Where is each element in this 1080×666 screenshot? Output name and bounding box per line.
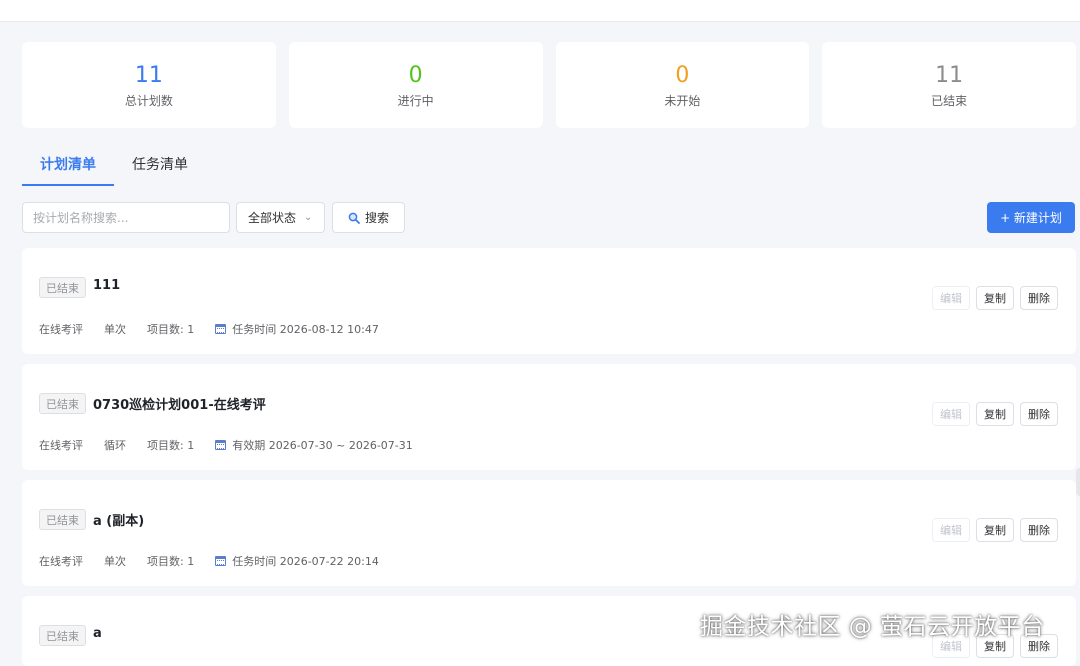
- stat-label-not-started: 未开始: [664, 93, 701, 108]
- status-badge: 已结束: [39, 509, 86, 530]
- copy-button[interactable]: 复制: [976, 402, 1014, 426]
- calendar-icon: [215, 324, 227, 334]
- delete-button[interactable]: 删除: [1020, 286, 1058, 310]
- calendar-icon: [215, 440, 227, 450]
- chevron-down-icon: ⌄: [304, 212, 313, 223]
- scroll-handle[interactable]: [1076, 468, 1080, 496]
- stats-row: 11 总计划数 0 进行中 0 未开始 11 已结束: [22, 42, 1076, 128]
- stat-card-in-progress: 0 进行中: [288, 42, 543, 128]
- stat-label-ended: 已结束: [931, 93, 968, 108]
- new-plan-button[interactable]: + 新建计划: [987, 202, 1075, 233]
- plan-time: 任务时间 2026-07-22 20:14: [232, 555, 379, 568]
- plan-title: 111: [93, 278, 121, 293]
- plan-title: a (副本): [93, 514, 145, 529]
- plan-title: 0730巡检计划001-在线考评: [93, 398, 266, 413]
- plan-type: 在线考评: [39, 555, 83, 568]
- card-actions: 编辑 复制 删除: [932, 286, 1058, 310]
- copy-button[interactable]: 复制: [976, 286, 1014, 310]
- stat-card-not-started: 0 未开始: [555, 42, 810, 128]
- plan-card[interactable]: 已结束 111 在线考评 单次 项目数: 1 任务时间 2026-08-12 1…: [22, 248, 1076, 354]
- plan-meta: 在线考评 单次 项目数: 1 任务时间 2026-08-12 10:47: [39, 321, 379, 337]
- plan-meta: 在线考评 循环 项目数: 1 有效期 2026-07-30 ~ 2026-07-…: [39, 437, 413, 453]
- status-select-value: 全部状态: [248, 211, 297, 225]
- plan-title: a: [93, 626, 102, 641]
- plan-card[interactable]: 已结束 0730巡检计划001-在线考评 在线考评 循环 项目数: 1 有效期 …: [22, 364, 1076, 470]
- card-actions: 编辑 复制 删除: [932, 402, 1058, 426]
- top-bar: [0, 0, 1080, 22]
- plan-item-count: 项目数: 1: [147, 555, 195, 568]
- stat-label-total: 总计划数: [124, 93, 173, 108]
- plan-type: 在线考评: [39, 439, 83, 452]
- stat-value-ended: 11: [935, 62, 964, 88]
- plan-frequency: 单次: [104, 323, 126, 336]
- stat-card-total: 11 总计划数: [22, 42, 276, 128]
- plan-type: 在线考评: [39, 323, 83, 336]
- watermark-text: 掘金技术社区 @ 萤石云开放平台: [700, 614, 1045, 640]
- stat-value-total: 11: [134, 62, 163, 88]
- plan-item-count: 项目数: 1: [147, 323, 195, 336]
- tab-task-list[interactable]: 任务清单: [114, 150, 206, 186]
- delete-button[interactable]: 删除: [1020, 518, 1058, 542]
- status-select[interactable]: 全部状态 ⌄: [236, 202, 325, 233]
- plan-frequency: 单次: [104, 555, 126, 568]
- search-icon: [348, 212, 360, 224]
- status-badge: 已结束: [39, 625, 86, 646]
- stat-value-in-progress: 0: [408, 62, 423, 88]
- tab-bar: 计划清单 任务清单: [22, 150, 206, 186]
- edit-button[interactable]: 编辑: [932, 286, 970, 310]
- tab-plan-list[interactable]: 计划清单: [22, 150, 114, 186]
- status-badge: 已结束: [39, 393, 86, 414]
- search-button[interactable]: 搜索: [332, 202, 405, 233]
- copy-button[interactable]: 复制: [976, 518, 1014, 542]
- card-actions: 编辑 复制 删除: [932, 518, 1058, 542]
- plan-frequency: 循环: [104, 439, 126, 452]
- plan-meta: 在线考评 单次 项目数: 1 任务时间 2026-07-22 20:14: [39, 553, 379, 569]
- plan-card[interactable]: 已结束 a (副本) 在线考评 单次 项目数: 1 任务时间 2026-07-2…: [22, 480, 1076, 586]
- stat-label-in-progress: 进行中: [397, 93, 434, 108]
- plan-time: 有效期 2026-07-30 ~ 2026-07-31: [232, 439, 413, 452]
- calendar-icon: [215, 556, 227, 566]
- search-button-label: 搜索: [364, 211, 389, 225]
- plan-item-count: 项目数: 1: [147, 439, 195, 452]
- stat-value-not-started: 0: [675, 62, 690, 88]
- plan-time: 任务时间 2026-08-12 10:47: [232, 323, 379, 336]
- plan-page: 11 总计划数 0 进行中 0 未开始 11 已结束 计划清单 任务清单 全部状…: [0, 22, 1080, 666]
- search-input[interactable]: [22, 202, 230, 233]
- delete-button[interactable]: 删除: [1020, 402, 1058, 426]
- status-badge: 已结束: [39, 277, 86, 298]
- stat-card-ended: 11 已结束: [822, 42, 1076, 128]
- edit-button[interactable]: 编辑: [932, 402, 970, 426]
- toolbar: 全部状态 ⌄ 搜索 + 新建计划: [22, 202, 1076, 234]
- edit-button[interactable]: 编辑: [932, 518, 970, 542]
